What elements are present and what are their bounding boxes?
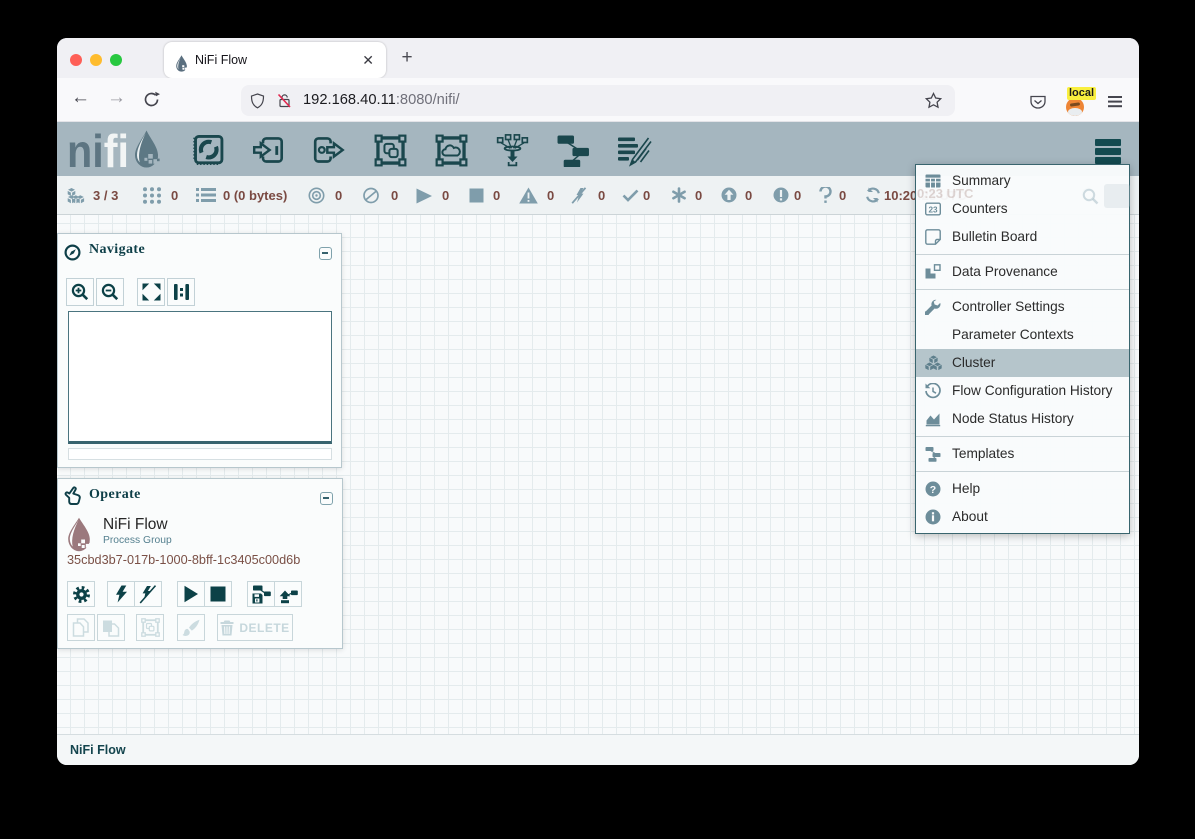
svg-text:23: 23 xyxy=(928,205,938,214)
svg-text:?: ? xyxy=(930,484,936,496)
svg-text:nifi: nifi xyxy=(67,131,129,171)
